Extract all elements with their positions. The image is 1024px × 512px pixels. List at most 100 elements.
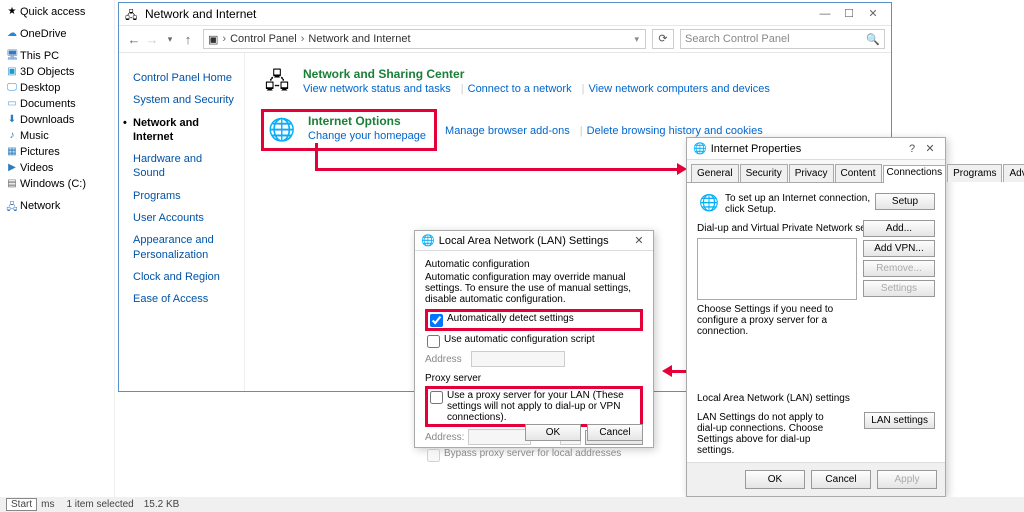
cancel-button[interactable]: Cancel — [587, 424, 643, 441]
nav-windows-c[interactable]: ▤Windows (C:) — [6, 176, 108, 192]
forward-button[interactable]: → — [143, 32, 161, 47]
sidebar-item-ease-of-access[interactable]: Ease of Access — [133, 288, 234, 310]
settings-button[interactable]: Settings — [863, 280, 935, 297]
window-title: Network and Internet — [145, 7, 813, 21]
apply-button[interactable]: Apply — [877, 470, 937, 489]
status-ms: ms — [41, 499, 54, 510]
add-button[interactable]: Add... — [863, 220, 935, 237]
music-icon: ♪ — [6, 130, 18, 141]
nav-downloads[interactable]: ⬇Downloads — [6, 112, 108, 128]
setup-text: To set up an Internet connection, click … — [725, 193, 875, 215]
nav-onedrive[interactable]: ☁OneDrive — [6, 26, 108, 42]
setup-button[interactable]: Setup — [875, 193, 935, 210]
dialog-title: Local Area Network (LAN) Settings — [439, 235, 631, 247]
tab-privacy[interactable]: Privacy — [789, 164, 834, 182]
nsc-title[interactable]: Network and Sharing Center — [303, 67, 776, 81]
tab-content[interactable]: Content — [835, 164, 882, 182]
sidebar-item-system-security[interactable]: System and Security — [133, 89, 234, 111]
nav-desktop[interactable]: 🖵Desktop — [6, 80, 108, 96]
breadcrumb-current[interactable]: Network and Internet — [308, 33, 410, 45]
nsc-row: 🖧 Network and Sharing Center View networ… — [261, 67, 875, 99]
globe-wand-icon: 🌐 — [697, 193, 721, 213]
cancel-button[interactable]: Cancel — [811, 470, 871, 489]
star-icon: ★ — [6, 6, 18, 17]
io-title[interactable]: Internet Options — [308, 114, 432, 128]
link-delete-history[interactable]: Delete browsing history and cookies — [587, 125, 763, 137]
link-view-status[interactable]: View network status and tasks — [303, 83, 451, 95]
chevron-down-icon[interactable]: ▾ — [634, 34, 639, 45]
tab-security[interactable]: Security — [740, 164, 788, 182]
choose-settings-text: Choose Settings if you need to configure… — [697, 304, 857, 337]
lan-settings-button[interactable]: LAN settings — [864, 412, 935, 429]
maximize-button[interactable]: ☐ — [837, 5, 861, 23]
toolbar: ← → ▾ ↑ ▣ › Control Panel › Network and … — [119, 25, 891, 53]
tab-advanced[interactable]: Advanced — [1003, 164, 1024, 182]
address-label: Address — [425, 354, 467, 365]
nav-pictures[interactable]: ▦Pictures — [6, 144, 108, 160]
globe-icon: 🌐 — [266, 114, 298, 146]
nav-this-pc[interactable]: 🖥This PC — [6, 48, 108, 64]
bypass-checkbox[interactable]: Bypass proxy server for local addresses — [425, 447, 643, 463]
annotation-arrow — [315, 168, 677, 171]
tab-general[interactable]: General — [691, 164, 739, 182]
close-button[interactable]: ✕ — [921, 142, 939, 155]
breadcrumb-root[interactable]: Control Panel — [230, 33, 297, 45]
ok-button[interactable]: OK — [745, 470, 805, 489]
sidebar-cp-home[interactable]: Control Panel Home — [133, 67, 234, 89]
link-view-computers[interactable]: View network computers and devices — [588, 83, 769, 95]
proxy-label: Proxy server — [425, 373, 643, 384]
sidebar-item-programs[interactable]: Programs — [133, 185, 234, 207]
breadcrumb[interactable]: ▣ › Control Panel › Network and Internet… — [203, 29, 646, 49]
sidebar-item-hardware-sound[interactable]: Hardware and Sound — [133, 148, 234, 185]
auto-detect-checkbox[interactable]: Automatically detect settings — [425, 309, 643, 331]
close-button[interactable]: ✕ — [861, 5, 885, 23]
dialog-tabs: General Security Privacy Content Connect… — [687, 160, 945, 183]
sidebar-item-clock-region[interactable]: Clock and Region — [133, 266, 234, 288]
desktop-icon: 🖵 — [6, 82, 18, 93]
link-manage-addons[interactable]: Manage browser add-ons — [445, 125, 570, 137]
script-address-input[interactable] — [471, 351, 565, 367]
search-icon: 🔍 — [866, 33, 880, 46]
link-connect-network[interactable]: Connect to a network — [468, 83, 572, 95]
annotation-arrow — [315, 143, 318, 169]
annotation-arrow-head — [662, 365, 672, 377]
sidebar-item-appearance[interactable]: Appearance and Personalization — [133, 229, 234, 266]
videos-icon: ▶ — [6, 162, 18, 173]
link-change-homepage[interactable]: Change your homepage — [308, 130, 426, 142]
up-button[interactable]: ↑ — [179, 32, 197, 47]
connections-panel: 🌐 To set up an Internet connection, clic… — [687, 183, 945, 466]
globe-icon: 🌐 — [421, 234, 435, 247]
connections-listbox[interactable] — [697, 238, 857, 300]
dialog-title: Internet Properties — [711, 143, 903, 155]
nav-videos[interactable]: ▶Videos — [6, 160, 108, 176]
dialog-footer: OK Cancel — [415, 417, 653, 447]
pc-icon: 🖥 — [6, 50, 18, 61]
search-placeholder: Search Control Panel — [685, 33, 790, 45]
nav-network[interactable]: 🖧Network — [6, 198, 108, 214]
use-script-checkbox[interactable]: Use automatic configuration script — [425, 333, 643, 349]
tab-programs[interactable]: Programs — [947, 164, 1002, 182]
document-icon: ▭ — [6, 98, 18, 109]
sidebar-item-user-accounts[interactable]: User Accounts — [133, 207, 234, 229]
back-button[interactable]: ← — [125, 32, 143, 47]
sidebar-item-network-internet[interactable]: Network and Internet — [133, 112, 234, 149]
internet-properties-dialog: 🌐 Internet Properties ? ✕ General Securi… — [686, 137, 946, 497]
search-input[interactable]: Search Control Panel 🔍 — [680, 29, 885, 49]
nsc-icon: 🖧 — [261, 67, 293, 99]
nav-quick-access[interactable]: ★Quick access — [6, 4, 108, 20]
close-button[interactable]: ✕ — [631, 234, 647, 247]
nav-music[interactable]: ♪Music — [6, 128, 108, 144]
network-icon: 🖧 — [6, 200, 18, 217]
globe-icon: 🌐 — [693, 142, 707, 155]
start-button[interactable]: Start — [6, 498, 37, 511]
chevron-down-icon[interactable]: ▾ — [161, 34, 179, 45]
help-button[interactable]: ? — [903, 143, 921, 155]
remove-button[interactable]: Remove... — [863, 260, 935, 277]
tab-connections[interactable]: Connections — [883, 165, 947, 183]
refresh-button[interactable]: ⟳ — [652, 29, 674, 49]
add-vpn-button[interactable]: Add VPN... — [863, 240, 935, 257]
minimize-button[interactable]: — — [813, 5, 837, 23]
nav-3d-objects[interactable]: ▣3D Objects — [6, 64, 108, 80]
nav-documents[interactable]: ▭Documents — [6, 96, 108, 112]
ok-button[interactable]: OK — [525, 424, 581, 441]
